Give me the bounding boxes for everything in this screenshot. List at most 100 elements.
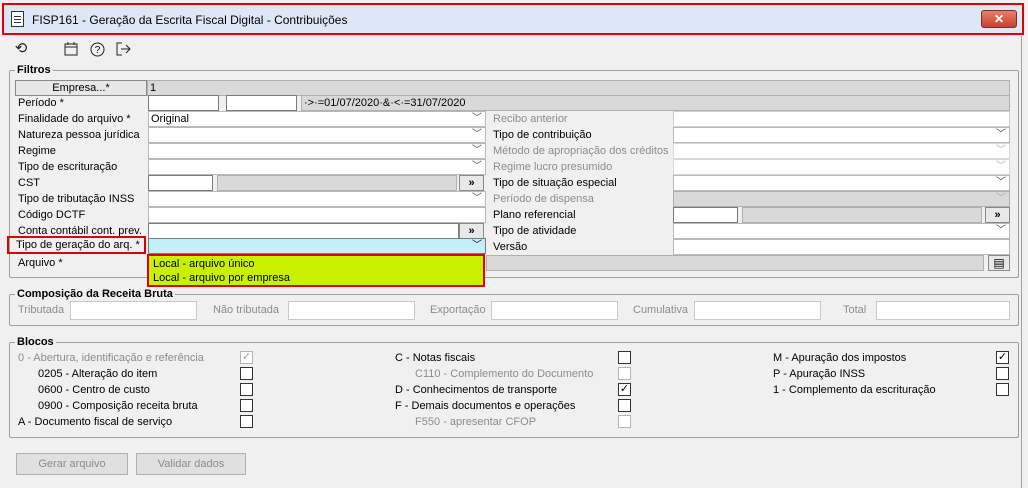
chevron-down-icon: ﹀ [996, 145, 1006, 156]
bloco-m-checkbox[interactable]: ✓ [996, 351, 1009, 364]
calendar-icon[interactable] [62, 40, 80, 58]
bloco-0-checkbox: ✓ [240, 351, 253, 364]
help-icon[interactable]: ? [88, 40, 106, 58]
metodo-label: Método de apropriação dos créditos [493, 145, 669, 157]
recibo-input[interactable] [673, 111, 1010, 127]
tipo-escrituracao-select[interactable]: ﹀ [148, 159, 486, 175]
plano-referencial-description [742, 207, 982, 223]
cst-input[interactable] [148, 175, 213, 191]
chevron-down-icon: ﹀ [472, 193, 482, 204]
exit-icon[interactable] [114, 40, 132, 58]
bloco-c110-checkbox [618, 367, 631, 380]
periodo-label: Período * [18, 97, 64, 109]
refresh-icon[interactable]: ⟲ [12, 40, 30, 58]
finalidade-select[interactable]: Original ﹀ [148, 111, 486, 127]
bloco-0205-label: 0205 - Alteração do item [38, 368, 158, 380]
bloco-1-label: 1 - Complemento da escrituração [773, 384, 936, 396]
tipo-escrituracao-label: Tipo de escrituração [18, 161, 118, 173]
tipo-tributacao-label: Tipo de tributação INSS [18, 193, 135, 205]
empresa-field: 1 [147, 80, 1010, 96]
cst-lookup-button[interactable]: » [459, 175, 484, 191]
file-browse-icon[interactable]: ▤ [988, 255, 1010, 271]
regime-lucro-label: Regime lucro presumido [493, 161, 613, 173]
cst-label: CST [18, 177, 40, 189]
tipo-geracao-dropdown: Local - arquivo único Local - arquivo po… [147, 254, 485, 287]
periodo-dispensa-select: ﹀ [673, 191, 1010, 207]
versao-input[interactable] [673, 239, 1010, 255]
chevron-down-icon: ﹀ [996, 161, 1006, 172]
bloco-0900-checkbox[interactable] [240, 399, 253, 412]
bloco-c-checkbox[interactable] [618, 351, 631, 364]
natureza-select[interactable]: ﹀ [148, 127, 486, 143]
bloco-f-checkbox[interactable] [618, 399, 631, 412]
tipo-geracao-label: Tipo de geração do arq. * [16, 239, 140, 251]
cst-description [217, 175, 457, 191]
close-button[interactable]: ✕ [981, 10, 1017, 28]
tipo-contribuicao-label: Tipo de contribuição [493, 129, 592, 141]
bloco-a-checkbox[interactable] [240, 415, 253, 428]
bloco-0600-checkbox[interactable] [240, 383, 253, 396]
arquivo-input [486, 255, 984, 271]
tipo-tributacao-select[interactable]: ﹀ [148, 191, 486, 207]
regime-label: Regime [18, 145, 56, 157]
plano-lookup-button[interactable]: » [985, 207, 1010, 223]
exportacao-input[interactable] [491, 301, 618, 320]
bloco-0-label: 0 - Abertura, identificação e referência [18, 352, 204, 364]
empresa-button[interactable]: Empresa...* [15, 80, 147, 96]
total-label: Total [843, 304, 867, 316]
bloco-f-label: F - Demais documentos e operações [395, 400, 576, 412]
bloco-1-checkbox[interactable] [996, 383, 1009, 396]
bloco-c110-label: C110 - Complemento do Documento [415, 368, 594, 380]
bloco-0205-checkbox[interactable] [240, 367, 253, 380]
nao-tributada-input[interactable] [288, 301, 415, 320]
tributada-input[interactable] [70, 301, 197, 320]
window-title: FISP161 - Geração da Escrita Fiscal Digi… [32, 13, 348, 27]
chevron-down-icon: ﹀ [472, 129, 482, 140]
tributada-label: Tributada [18, 304, 65, 316]
chevron-down-icon: ﹀ [996, 177, 1006, 188]
tipo-atividade-label: Tipo de atividade [493, 225, 577, 237]
tipo-situacao-select[interactable]: ﹀ [673, 175, 1010, 191]
periodo-start-input[interactable] [148, 95, 219, 111]
chevron-down-icon: ﹀ [472, 161, 482, 172]
arquivo-label: Arquivo * [18, 257, 63, 269]
bloco-0900-label: 0900 - Composição receita bruta [38, 400, 198, 412]
exportacao-label: Exportação [430, 304, 486, 316]
conta-lookup-button[interactable]: » [459, 223, 484, 239]
blocos-title: Blocos [15, 336, 56, 348]
tipo-geracao-select[interactable]: ﹀ [148, 238, 486, 254]
plano-referencial-input[interactable] [673, 207, 738, 223]
conta-contabil-input[interactable] [148, 223, 459, 239]
bloco-d-label: D - Conhecimentos de transporte [395, 384, 558, 396]
cumulativa-label: Cumulativa [633, 304, 689, 316]
bloco-f550-label: F550 - apresentar CFOP [415, 416, 537, 428]
filtros-title: Filtros [15, 64, 53, 76]
metodo-select: ﹀ [673, 143, 1010, 159]
gerar-arquivo-button[interactable]: Gerar arquivo [16, 453, 128, 475]
versao-label: Versão [493, 241, 528, 253]
bloco-p-label: P - Apuração INSS [773, 368, 866, 380]
total-input[interactable] [876, 301, 1010, 320]
svg-text:?: ? [94, 45, 100, 56]
chevron-down-icon: ﹀ [472, 113, 482, 124]
cumulativa-input[interactable] [694, 301, 821, 320]
periodo-dispensa-label: Período de dispensa [493, 193, 594, 205]
finalidade-value: Original [151, 113, 189, 125]
chevron-down-icon: ﹀ [996, 225, 1006, 236]
codigo-dctf-input[interactable] [148, 207, 486, 223]
bloco-d-checkbox[interactable]: ✓ [618, 383, 631, 396]
bloco-p-checkbox[interactable] [996, 367, 1009, 380]
window-edge [1021, 36, 1022, 488]
plano-referencial-label: Plano referencial [493, 209, 576, 221]
dropdown-option-arquivo-unico[interactable]: Local - arquivo único [153, 258, 255, 270]
tipo-atividade-select[interactable]: ﹀ [673, 223, 1010, 239]
regime-select[interactable]: ﹀ [148, 143, 486, 159]
regime-lucro-select: ﹀ [673, 159, 1010, 175]
periodo-expression: ·>·=01/07/2020·&·<·=31/07/2020 [301, 95, 1010, 111]
tipo-contribuicao-select[interactable]: ﹀ [673, 127, 1010, 143]
validar-dados-button[interactable]: Validar dados [136, 453, 246, 475]
chevron-down-icon: ﹀ [472, 145, 482, 156]
periodo-end-input[interactable] [226, 95, 297, 111]
codigo-dctf-label: Código DCTF [18, 209, 86, 221]
dropdown-option-arquivo-por-empresa[interactable]: Local - arquivo por empresa [153, 272, 290, 284]
